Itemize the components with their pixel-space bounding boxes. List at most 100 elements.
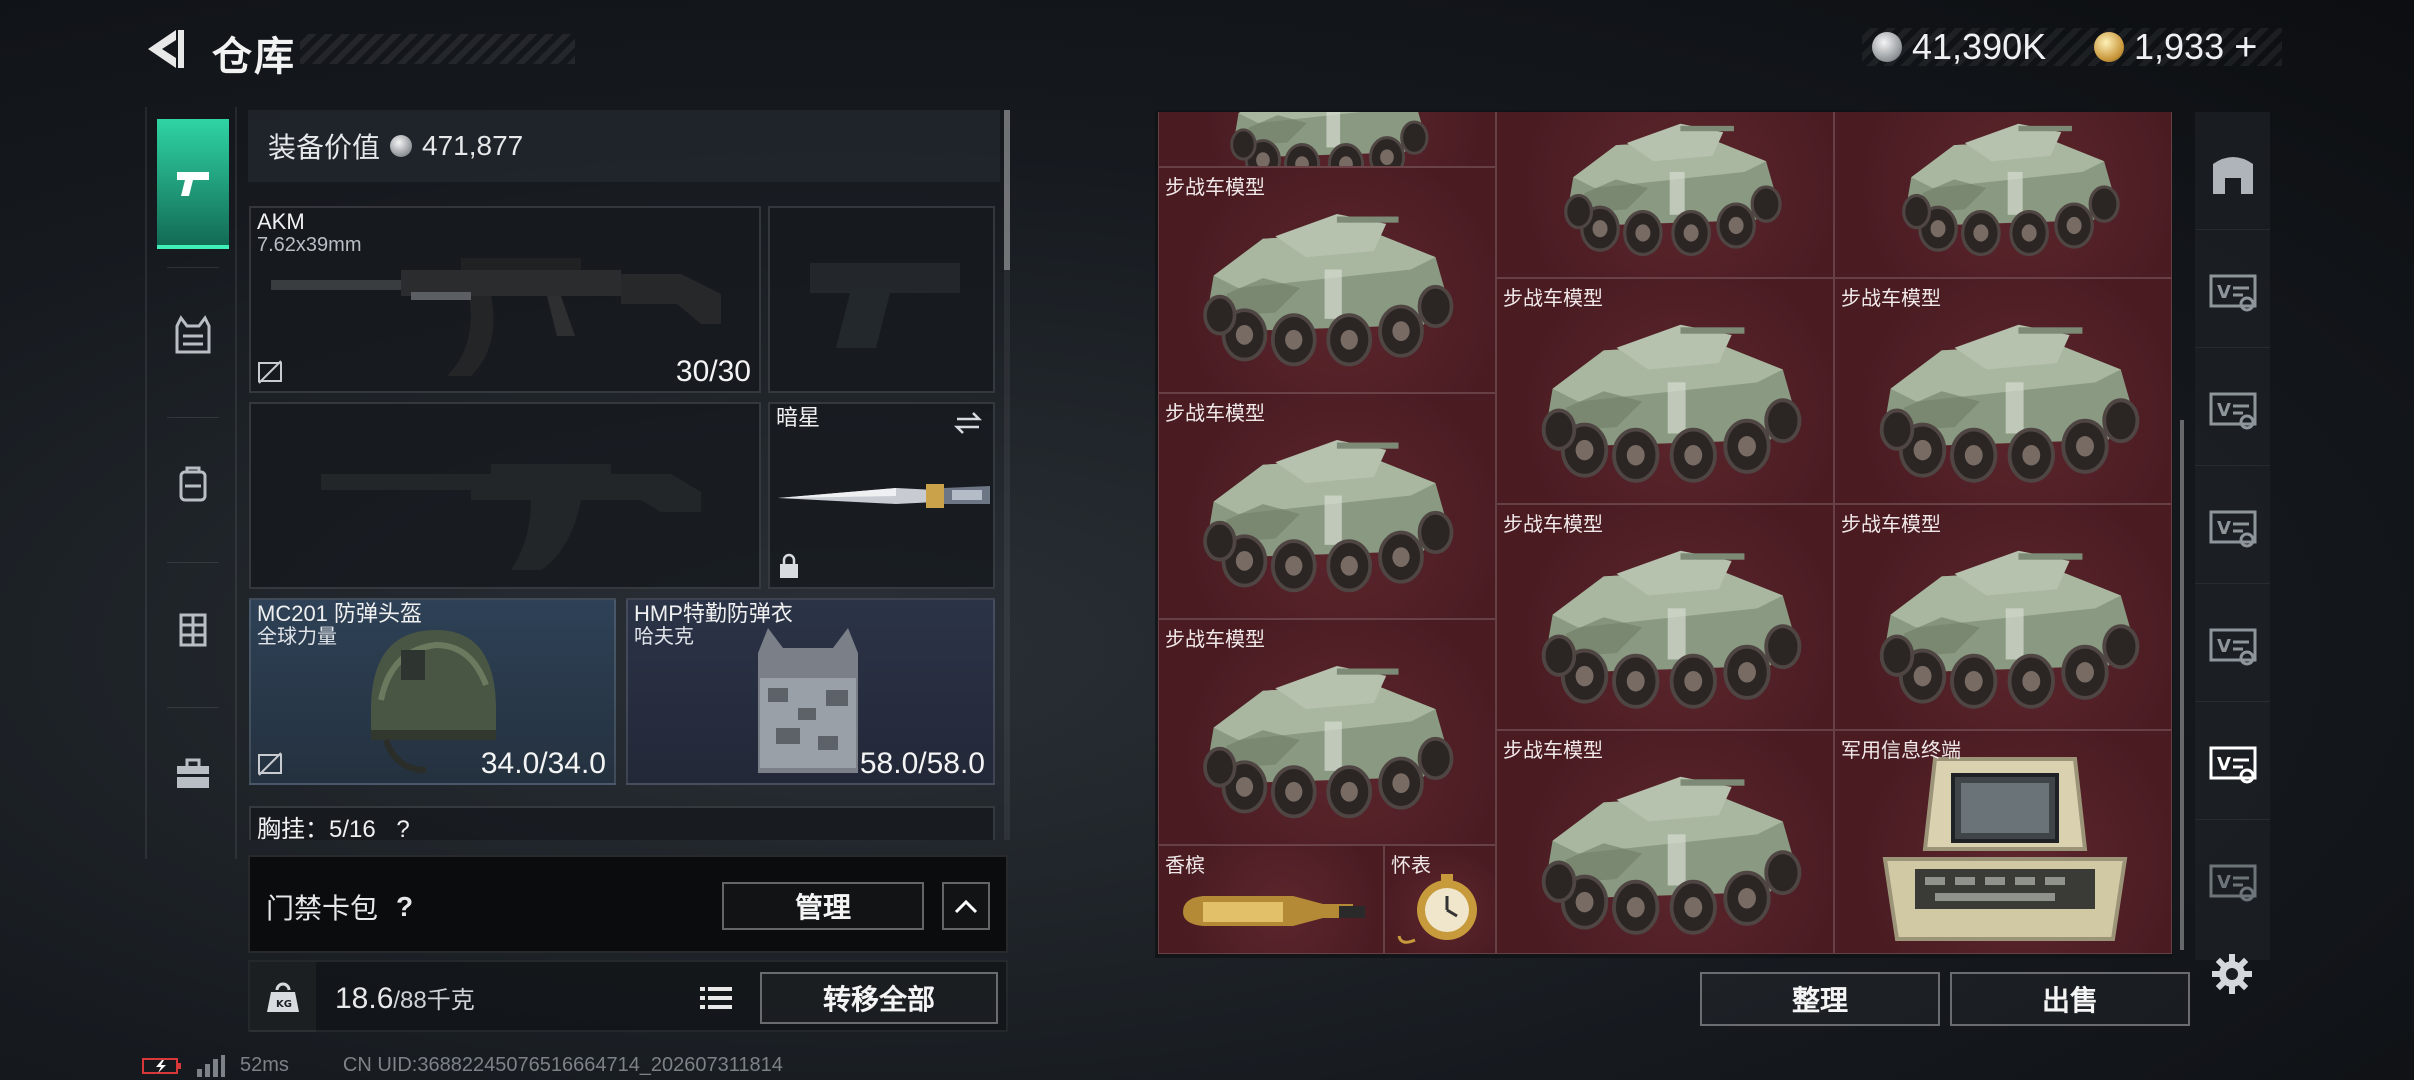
stash-tab-5-active[interactable] bbox=[2195, 708, 2270, 820]
body-armor-slot[interactable]: HMP特勤防弹衣 哈夫克 58.0/58.0 bbox=[626, 598, 995, 785]
weight-max: /88千克 bbox=[393, 987, 475, 1014]
sell-button[interactable]: 出售 bbox=[1950, 972, 2190, 1026]
collapse-button[interactable] bbox=[942, 882, 990, 930]
settings-button[interactable] bbox=[2210, 952, 2254, 996]
back-button[interactable] bbox=[140, 24, 190, 74]
item-label: 步战车模型 bbox=[1841, 514, 1941, 536]
stash-item-pocket-watch[interactable]: 怀表 bbox=[1384, 845, 1496, 954]
stash-scrollbar[interactable] bbox=[2180, 420, 2184, 950]
pistol-placeholder-icon bbox=[810, 263, 960, 348]
item-label: 怀表 bbox=[1391, 855, 1431, 877]
user-uid: CN UID:36882245076516664714_202607311814 bbox=[342, 1054, 783, 1076]
equipment-value-row: 装备价值 471,877 bbox=[248, 110, 1000, 182]
helmet-slot[interactable]: MC201 防弹头盔 全球力量 34.0/34.0 bbox=[249, 598, 616, 785]
stash-item-apc[interactable]: 步战车模型 bbox=[1158, 167, 1496, 393]
add-currency-button[interactable]: + bbox=[2234, 25, 2257, 70]
weight-icon: KG bbox=[267, 982, 299, 1012]
rifle-placeholder-icon bbox=[321, 464, 701, 570]
stash-tab-all[interactable] bbox=[2195, 118, 2270, 230]
page-title: 仓库 bbox=[212, 35, 296, 79]
stash-item-apc[interactable]: 步战车模型 bbox=[1158, 393, 1496, 619]
weight-bar: KG 18.6/88千克 转移全部 bbox=[248, 960, 1008, 1032]
stash-tab-4[interactable] bbox=[2195, 590, 2270, 702]
apc-model-icon bbox=[1230, 112, 1429, 166]
sort-button[interactable]: 整理 bbox=[1700, 972, 1940, 1026]
rail-item-backpack[interactable] bbox=[157, 419, 229, 549]
list-view-button[interactable] bbox=[696, 978, 736, 1018]
rail-item-weapon[interactable] bbox=[157, 119, 229, 249]
item-label: 步战车模型 bbox=[1165, 629, 1265, 651]
item-label: 步战车模型 bbox=[1503, 514, 1603, 536]
stash-item-apc[interactable]: 步战车模型 bbox=[1834, 278, 2172, 504]
rail-item-case[interactable] bbox=[157, 709, 229, 839]
manage-button[interactable]: 管理 bbox=[722, 882, 924, 930]
list-icon bbox=[700, 987, 732, 1009]
equipment-scroll-thumb[interactable] bbox=[1004, 110, 1010, 270]
weight-icon-box: KG bbox=[250, 962, 316, 1032]
pistol-icon bbox=[177, 172, 209, 196]
apc-model-icon bbox=[1541, 774, 1802, 935]
equipment-panel: 装备价值 471,877 AKM 7.62x39mm 30/30 暗星 MC20… bbox=[248, 110, 1010, 840]
item-label: 军用信息终端 bbox=[1841, 740, 1961, 762]
stash-item-apc[interactable]: 步战车模型 bbox=[1158, 619, 1496, 845]
pocket-watch-icon bbox=[1397, 874, 1477, 944]
transfer-all-button[interactable]: 转移全部 bbox=[760, 972, 998, 1024]
category-rail bbox=[145, 107, 237, 859]
chest-rig-slot[interactable]: 胸挂：5/16 ? bbox=[249, 806, 995, 840]
stash-item-champagne[interactable]: 香槟 bbox=[1158, 845, 1384, 954]
chest-rig-help[interactable]: ? bbox=[396, 816, 409, 841]
swap-icon[interactable] bbox=[953, 410, 983, 436]
briefcase-icon bbox=[177, 758, 209, 788]
stash-item-terminal[interactable]: 军用信息终端 bbox=[1834, 730, 2172, 954]
no-insurance-icon bbox=[258, 752, 282, 776]
stash-item-apc[interactable]: 步战车模型 bbox=[1496, 730, 1834, 954]
item-label: 步战车模型 bbox=[1165, 177, 1265, 199]
stash-tab-1[interactable] bbox=[2195, 236, 2270, 348]
helmet-durability: 34.0/34.0 bbox=[480, 747, 606, 780]
silver-currency: 41,390K bbox=[1872, 22, 2046, 72]
knife-icon bbox=[778, 484, 990, 508]
backpack-icon bbox=[179, 466, 207, 502]
chest-rig-icon bbox=[179, 613, 207, 647]
item-label: 步战车模型 bbox=[1503, 740, 1603, 762]
stash-item-apc[interactable] bbox=[1834, 112, 2172, 278]
apc-model-icon bbox=[1541, 322, 1802, 483]
stash-item-apc[interactable] bbox=[1158, 112, 1496, 167]
item-label: 步战车模型 bbox=[1503, 288, 1603, 310]
stash-tab-3[interactable] bbox=[2195, 472, 2270, 584]
item-label: 香槟 bbox=[1165, 855, 1205, 877]
stash-item-apc[interactable] bbox=[1496, 112, 1834, 278]
equipment-value: 471,877 bbox=[422, 130, 524, 161]
stash-item-apc[interactable]: 步战车模型 bbox=[1496, 278, 1834, 504]
stash-tab-6[interactable] bbox=[2195, 826, 2270, 938]
stash-item-apc[interactable]: 步战车模型 bbox=[1834, 504, 2172, 730]
rail-item-rig[interactable] bbox=[157, 564, 229, 694]
item-label: 步战车模型 bbox=[1165, 403, 1265, 425]
primary-weapon-slot[interactable]: AKM 7.62x39mm 30/30 bbox=[249, 206, 761, 393]
keycard-label-row: 门禁卡包 ? bbox=[266, 887, 413, 927]
silver-amount: 41,390K bbox=[1912, 26, 2047, 67]
melee-slot[interactable]: 暗星 bbox=[768, 402, 995, 589]
gold-coin-icon bbox=[2094, 32, 2124, 62]
armor-durability: 58.0/58.0 bbox=[859, 747, 985, 780]
extension-box-icon bbox=[2209, 746, 2256, 783]
svg-text:KG: KG bbox=[276, 999, 292, 1010]
back-arrow-icon bbox=[148, 30, 184, 68]
weight-readout: 18.6/88千克 bbox=[335, 980, 475, 1016]
apc-model-icon bbox=[1541, 548, 1802, 709]
body-armor-icon bbox=[758, 628, 858, 773]
keycard-help-icon[interactable]: ? bbox=[396, 891, 413, 923]
stash-item-apc[interactable]: 步战车模型 bbox=[1496, 504, 1834, 730]
apc-model-icon bbox=[1203, 212, 1454, 367]
stash-tab-2[interactable] bbox=[2195, 354, 2270, 466]
silver-coin-icon bbox=[1872, 32, 1902, 62]
rail-item-vest[interactable] bbox=[157, 269, 229, 399]
chest-rig-capacity: 胸挂：5/16 ? bbox=[257, 816, 410, 841]
ping-value: 52ms bbox=[240, 1054, 289, 1076]
gold-currency[interactable]: 1,933 + bbox=[2094, 22, 2257, 72]
weight-current: 18.6 bbox=[335, 982, 394, 1015]
pistol-slot[interactable] bbox=[768, 206, 995, 393]
apc-model-icon bbox=[1879, 548, 2140, 709]
chevron-up-icon bbox=[954, 899, 978, 914]
secondary-weapon-slot[interactable] bbox=[249, 402, 761, 589]
